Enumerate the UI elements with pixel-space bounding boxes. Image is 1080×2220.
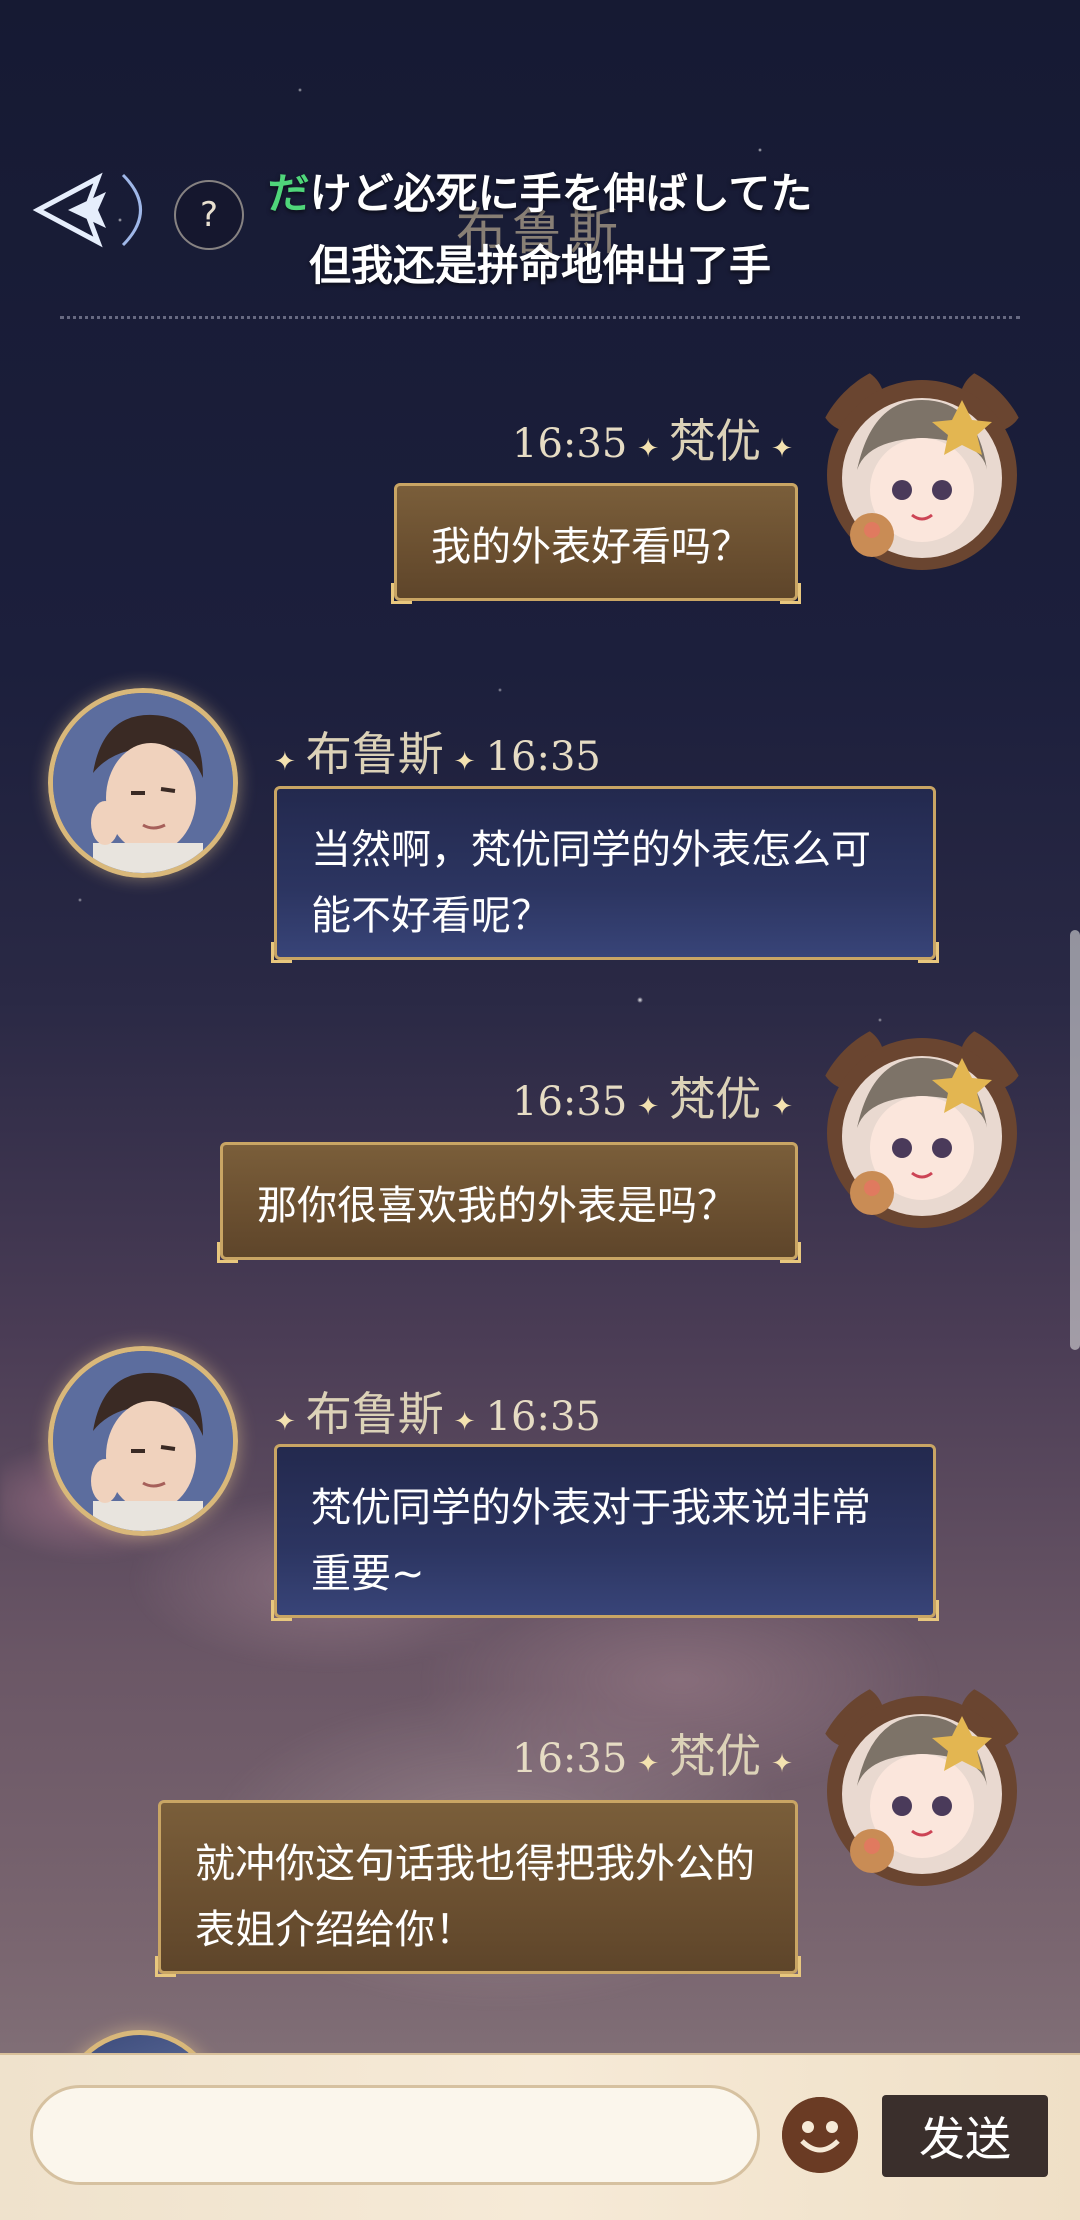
sender-name: 梵优 — [669, 1072, 762, 1126]
subtitle-highlight: だ — [267, 169, 310, 218]
send-button[interactable]: 发送 — [882, 2095, 1048, 2177]
sparkle-icon: ✦ — [274, 1407, 296, 1437]
subtitle-japanese: だけど必死に手を伸ばしてた — [0, 160, 1080, 221]
message-meta: ✦ 布鲁斯 ✦ 16:35 — [264, 718, 601, 784]
sender-name: 布鲁斯 — [305, 1387, 444, 1441]
avatar-fanyou[interactable] — [812, 1676, 1032, 1896]
message-meta: ✦ 布鲁斯 ✦ 16:35 — [264, 1378, 601, 1444]
message-meta: 16:35 ✦ 梵优 ✦ — [512, 1063, 803, 1129]
sparkle-icon: ✦ — [453, 1407, 476, 1437]
subtitle-text: けど必死に手を伸ばしてた — [309, 169, 813, 218]
message-meta: 16:35 ✦ 梵优 ✦ — [512, 405, 803, 471]
emoji-icon[interactable] — [782, 2097, 858, 2173]
sparkle-icon: ✦ — [771, 434, 793, 464]
sparkle-icon: ✦ — [453, 747, 476, 777]
message-meta: 16:35 ✦ 梵优 ✦ — [512, 1720, 803, 1786]
header-divider — [60, 316, 1020, 319]
message-time: 16:35 — [512, 421, 628, 467]
message-bubble: 那你很喜欢我的外表是吗？ — [217, 1142, 801, 1263]
message-bubble: 梵优同学的外表对于我来说非常重要~ — [271, 1444, 939, 1621]
sparkle-icon: ✦ — [274, 747, 296, 777]
avatar-bruce[interactable] — [48, 1346, 238, 1536]
message-time: 16:35 — [512, 1079, 628, 1125]
message-bubble: 当然啊，梵优同学的外表怎么可能不好看呢？ — [271, 786, 939, 963]
avatar-fanyou[interactable] — [812, 360, 1032, 580]
sender-name: 布鲁斯 — [305, 727, 444, 781]
side-scroll-handle[interactable] — [1070, 930, 1080, 1350]
sparkle-icon: ✦ — [771, 1749, 793, 1779]
message-input[interactable] — [30, 2085, 760, 2185]
sparkle-icon: ✦ — [637, 434, 660, 464]
sparkle-icon: ✦ — [637, 1092, 660, 1122]
avatar-fanyou[interactable] — [812, 1018, 1032, 1238]
subtitle-chinese: 但我还是拼命地伸出了手 — [308, 241, 771, 290]
message-time: 16:35 — [485, 734, 601, 780]
sender-name: 梵优 — [669, 414, 762, 468]
sparkle-icon: ✦ — [771, 1092, 793, 1122]
sender-name: 梵优 — [669, 1729, 762, 1783]
input-bar: 发送 — [0, 2053, 1080, 2220]
sparkle-icon: ✦ — [637, 1749, 660, 1779]
avatar-bruce[interactable] — [48, 688, 238, 878]
message-time: 16:35 — [485, 1394, 601, 1440]
message-bubble: 我的外表好看吗？ — [391, 483, 801, 604]
message-bubble: 就冲你这句话我也得把我外公的表姐介绍给你！ — [155, 1800, 801, 1977]
message-time: 16:35 — [512, 1736, 628, 1782]
